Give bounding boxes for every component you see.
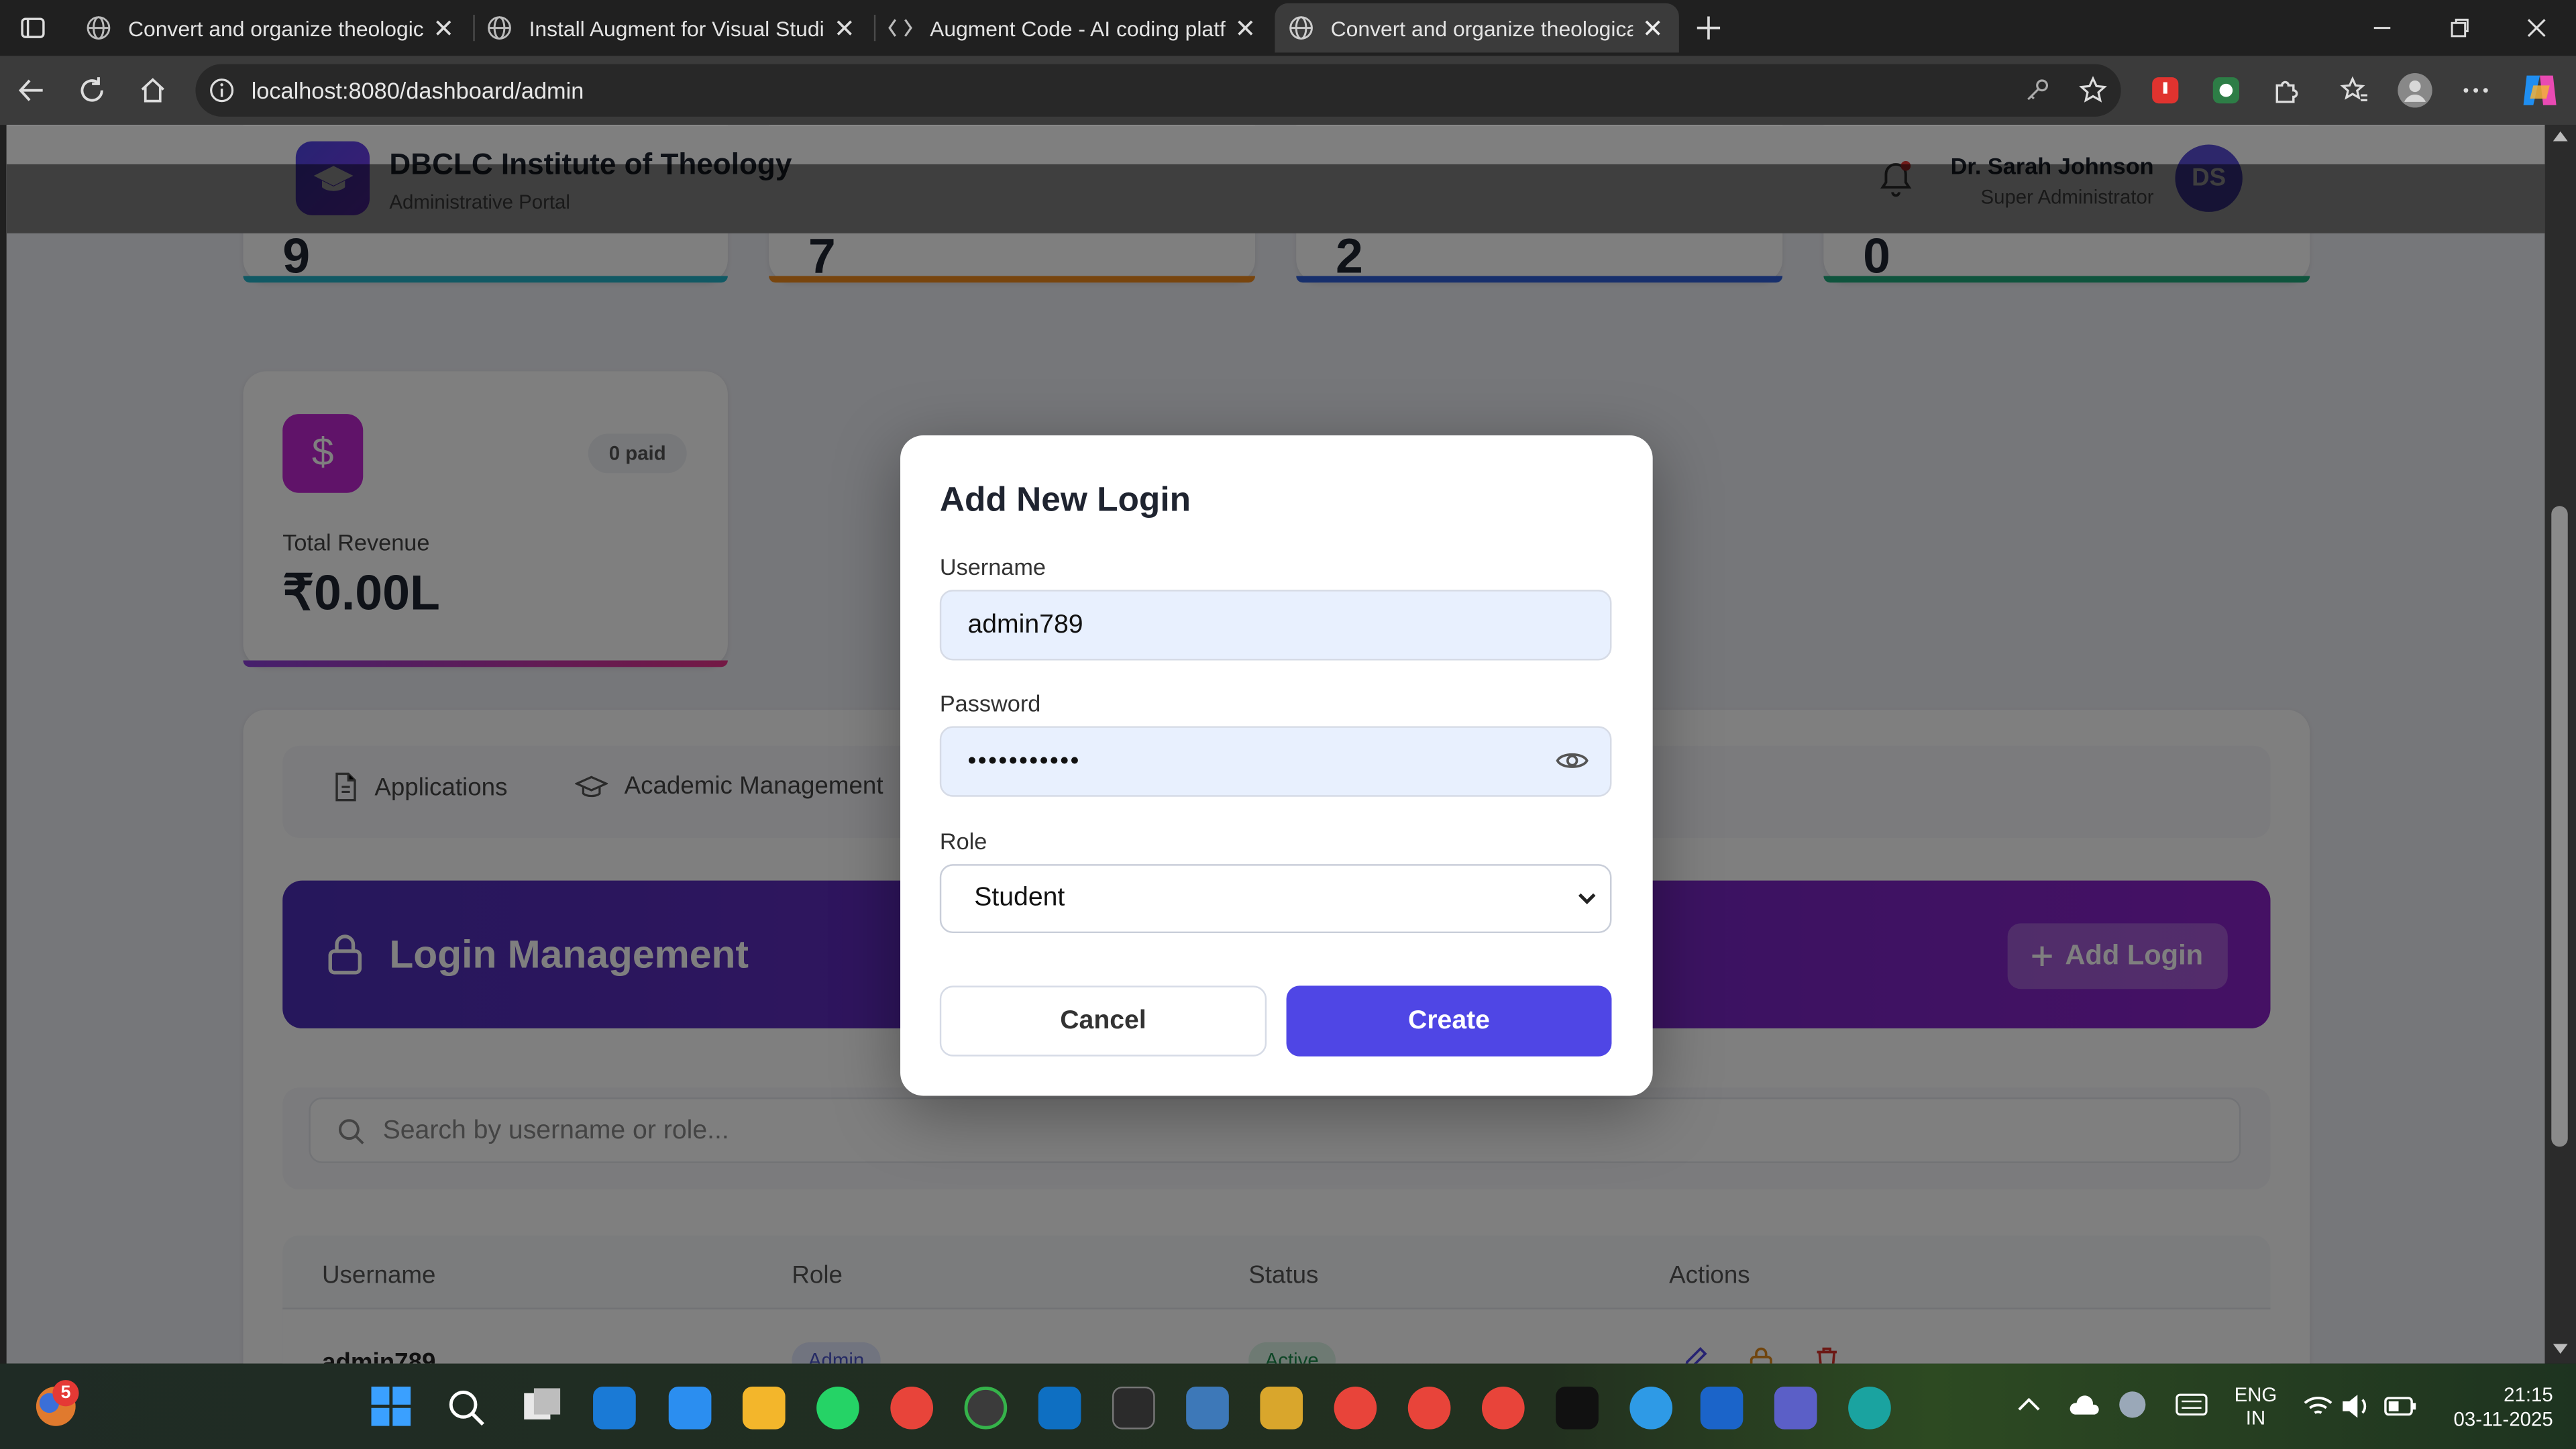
search-icon[interactable] — [447, 1388, 486, 1428]
password-label: Password — [939, 690, 1041, 716]
edge-icon[interactable] — [593, 1386, 636, 1430]
browser-tab-2[interactable]: Install Augment for Visual Studio — [473, 3, 871, 52]
keyboard-icon[interactable] — [2175, 1393, 2208, 1416]
chevron-down-icon — [1577, 890, 1597, 906]
add-login-modal: Add New Login Username admin789 Password… — [900, 435, 1653, 1096]
scroll-down-arrow-icon[interactable] — [2553, 1344, 2568, 1354]
clock-date: 03-11-2025 — [2453, 1407, 2553, 1432]
close-icon[interactable] — [434, 18, 457, 38]
language-indicator[interactable]: ENG IN — [2235, 1383, 2277, 1430]
code-brackets-icon — [887, 15, 913, 41]
key-icon[interactable] — [2024, 77, 2050, 103]
admin-dashboard-page: 9 7 2 0 $ 0 paid Total Revenue — [6, 125, 2545, 1364]
header-backdrop — [6, 164, 2545, 233]
tab-title: Convert and organize theological — [1330, 15, 1633, 41]
back-arrow-icon[interactable] — [16, 76, 46, 105]
home-icon[interactable] — [138, 76, 168, 105]
windows-start-icon[interactable] — [371, 1386, 411, 1426]
username-input[interactable]: admin789 — [939, 590, 1612, 661]
profile-icon[interactable] — [2397, 72, 2433, 109]
battery-icon[interactable] — [2383, 1395, 2416, 1417]
chrome-icon[interactable] — [1334, 1386, 1377, 1430]
scroll-up-arrow-icon[interactable] — [2553, 131, 2568, 142]
password-input[interactable]: ••••••••••• — [939, 726, 1612, 797]
app-icon[interactable] — [1700, 1386, 1743, 1430]
refresh-icon[interactable] — [77, 76, 107, 105]
browser-tab-4-active[interactable]: Convert and organize theological — [1275, 3, 1679, 53]
role-label: Role — [939, 828, 987, 855]
chrome-icon[interactable] — [1481, 1386, 1525, 1430]
close-icon[interactable] — [835, 18, 857, 38]
app-icon[interactable] — [668, 1386, 712, 1430]
extensions-puzzle-icon[interactable] — [2272, 76, 2302, 105]
app-icon[interactable] — [1556, 1386, 1599, 1430]
app-icon[interactable] — [964, 1386, 1008, 1430]
minimize-icon[interactable] — [2369, 15, 2395, 41]
onedrive-icon[interactable] — [2067, 1391, 2100, 1417]
clock[interactable]: 21:15 03-11-2025 — [2428, 1383, 2553, 1432]
more-options-icon[interactable] — [2461, 76, 2491, 105]
modal-title: Add New Login — [939, 481, 1191, 519]
tab-actions-icon[interactable] — [19, 15, 46, 41]
tab-title: Install Augment for Visual Studio — [529, 15, 825, 41]
volume-icon[interactable] — [2341, 1393, 2371, 1419]
url-text: localhost:8080/dashboard/admin — [251, 77, 584, 104]
address-bar[interactable]: localhost:8080/dashboard/admin — [195, 64, 2121, 117]
password-value: ••••••••••• — [967, 747, 1081, 775]
app-icon[interactable] — [1260, 1386, 1303, 1430]
tab-title: Convert and organize theological — [128, 15, 424, 41]
favorites-icon[interactable] — [2339, 76, 2369, 105]
clock-time: 21:15 — [2504, 1383, 2553, 1407]
app-tray-icon[interactable] — [2116, 1390, 2149, 1419]
browser-toolbar: localhost:8080/dashboard/admin — [0, 56, 2576, 125]
page-scrollbar[interactable] — [2544, 125, 2576, 1364]
app-icon[interactable] — [1186, 1386, 1229, 1430]
scrollbar-thumb[interactable] — [2551, 506, 2568, 1147]
chrome-icon[interactable] — [890, 1386, 934, 1430]
restore-icon[interactable] — [2447, 15, 2473, 41]
close-icon[interactable] — [1643, 18, 1666, 38]
teams-icon[interactable] — [1774, 1386, 1817, 1430]
extension-red-icon[interactable] — [2151, 76, 2180, 105]
eye-icon[interactable] — [1556, 747, 1589, 773]
chrome-icon[interactable] — [1407, 1386, 1451, 1430]
cancel-button[interactable]: Cancel — [939, 985, 1267, 1057]
terminal-icon[interactable] — [1112, 1386, 1155, 1430]
new-tab-icon[interactable] — [1695, 15, 1721, 41]
globe-icon — [486, 15, 513, 41]
username-value: admin789 — [967, 610, 1083, 639]
task-view-icon[interactable] — [523, 1388, 562, 1424]
browser-tab-3[interactable]: Augment Code - AI coding platfo — [874, 3, 1272, 52]
notification-badge: 5 — [52, 1380, 79, 1407]
whatsapp-icon[interactable] — [816, 1386, 859, 1430]
star-icon[interactable] — [2078, 76, 2108, 105]
role-selected-value: Student — [974, 883, 1065, 912]
browser-tab-strip: Convert and organize theological Install… — [0, 0, 2576, 56]
wifi-icon[interactable] — [2303, 1393, 2332, 1419]
copilot-icon[interactable] — [2520, 72, 2560, 109]
role-select[interactable]: Student — [939, 864, 1612, 934]
app-icon[interactable] — [1848, 1386, 1891, 1430]
browser-tab-1[interactable]: Convert and organize theological — [72, 3, 470, 52]
vscode-icon[interactable] — [1038, 1386, 1081, 1430]
extension-shield-icon[interactable] — [2211, 76, 2241, 105]
create-button[interactable]: Create — [1286, 985, 1612, 1057]
windows-taskbar: 5 ENG IN 21:15 03-11-2025 — [0, 1363, 2576, 1449]
globe-icon — [1288, 15, 1314, 41]
globe-icon — [85, 15, 111, 41]
chevron-up-icon[interactable] — [2017, 1397, 2040, 1413]
info-icon[interactable] — [209, 77, 235, 103]
file-explorer-icon[interactable] — [742, 1386, 786, 1430]
window-close-icon[interactable] — [2524, 15, 2550, 41]
username-label: Username — [939, 553, 1046, 580]
close-icon[interactable] — [1236, 18, 1258, 38]
app-icon[interactable] — [1629, 1386, 1673, 1430]
tab-title: Augment Code - AI coding platfo — [930, 15, 1226, 41]
page-viewport: 9 7 2 0 $ 0 paid Total Revenue — [6, 125, 2545, 1364]
